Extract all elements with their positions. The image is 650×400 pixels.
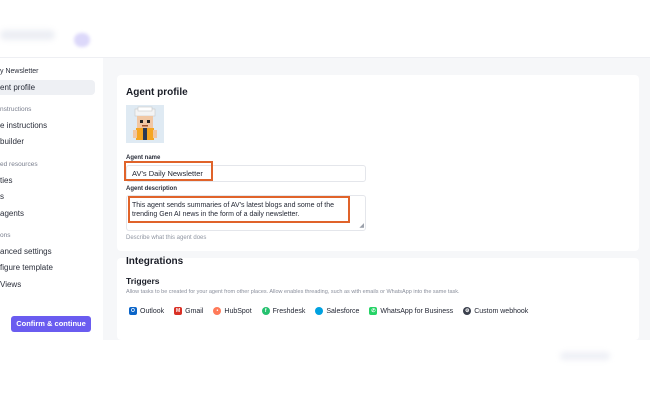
trigger-hubspot[interactable]: • HubSpot (210, 303, 254, 319)
triggers-description: Allow tasks to be created for your agent… (126, 289, 460, 295)
whatsapp-icon: ✆ (369, 307, 378, 315)
sidebar-item-views[interactable]: Views (0, 280, 21, 289)
trigger-label: Freshdesk (272, 307, 306, 315)
trigger-label: Outlook (140, 307, 165, 315)
trigger-label: Salesforce (326, 307, 360, 315)
trigger-whatsapp[interactable]: ✆ WhatsApp for Business (366, 303, 456, 319)
section-title-agent-profile: Agent profile (126, 87, 188, 98)
highlight-box-name (124, 161, 213, 181)
logo-dot-icon (74, 33, 90, 47)
agent-description-label: Agent description (126, 186, 178, 192)
sidebar-item-builder[interactable]: builder (0, 137, 24, 146)
sidebar-item-agent-profile[interactable]: ent profile (0, 83, 35, 92)
sidebar-item-agent-name[interactable]: y Newsletter (0, 68, 39, 75)
trigger-gmail[interactable]: M Gmail (171, 303, 206, 319)
trigger-label: WhatsApp for Business (380, 307, 454, 315)
triggers-heading: Triggers (126, 276, 160, 286)
integrations-card: Integrations Triggers Allow tasks to be … (117, 256, 639, 340)
trigger-outlook[interactable]: O Outlook (126, 303, 167, 319)
sidebar-item-advanced-settings[interactable]: anced settings (0, 247, 52, 256)
freshdesk-icon: f (261, 307, 270, 315)
salesforce-icon (315, 307, 324, 315)
robot-avatar-icon (126, 105, 164, 143)
sidebar-item-tools[interactable]: s (0, 192, 4, 201)
trigger-freshdesk[interactable]: f Freshdesk (259, 303, 309, 319)
agent-profile-card: Agent profile Agent name AV's Daily News… (117, 75, 639, 251)
trigger-label: Custom webhook (474, 307, 529, 315)
sidebar-item-agents[interactable]: agents (0, 209, 24, 218)
trigger-custom-webhook[interactable]: ⚙ Custom webhook (460, 303, 531, 319)
sidebar-section-resources: ed resources (0, 161, 38, 168)
resize-handle-icon[interactable]: ◢ (359, 223, 364, 229)
sidebar-item-abilities[interactable]: ties (0, 176, 12, 185)
sidebar-item-configure-template[interactable]: figure template (0, 263, 53, 272)
back-button-edge[interactable] (0, 318, 5, 331)
gmail-icon: M (174, 307, 183, 315)
sidebar-section-options: ons (0, 232, 11, 239)
agent-avatar[interactable] (126, 105, 164, 143)
top-bar (0, 0, 650, 58)
webhook-icon: ⚙ (463, 307, 472, 315)
sidebar-section-instructions: nstructions (0, 106, 32, 113)
main-content: Agent profile Agent name AV's Daily News… (103, 58, 650, 340)
hubspot-icon: • (213, 307, 222, 315)
outlook-icon: O (129, 307, 137, 315)
trigger-list: O Outlook M Gmail • HubSpot f Freshdesk … (126, 303, 531, 319)
confirm-continue-button[interactable]: Confirm & continue (11, 316, 91, 332)
footer-blur (560, 352, 610, 360)
app-logo (0, 30, 55, 40)
trigger-label: HubSpot (224, 307, 252, 315)
trigger-label: Gmail (185, 307, 204, 315)
sidebar: y Newsletter ent profile nstructions e i… (0, 58, 103, 340)
description-helper-text: Describe what this agent does (126, 235, 207, 241)
sidebar-item-instructions[interactable]: e instructions (0, 121, 47, 130)
section-title-integrations: Integrations (126, 256, 184, 267)
highlight-box-description (128, 196, 350, 223)
trigger-salesforce[interactable]: Salesforce (312, 303, 362, 319)
